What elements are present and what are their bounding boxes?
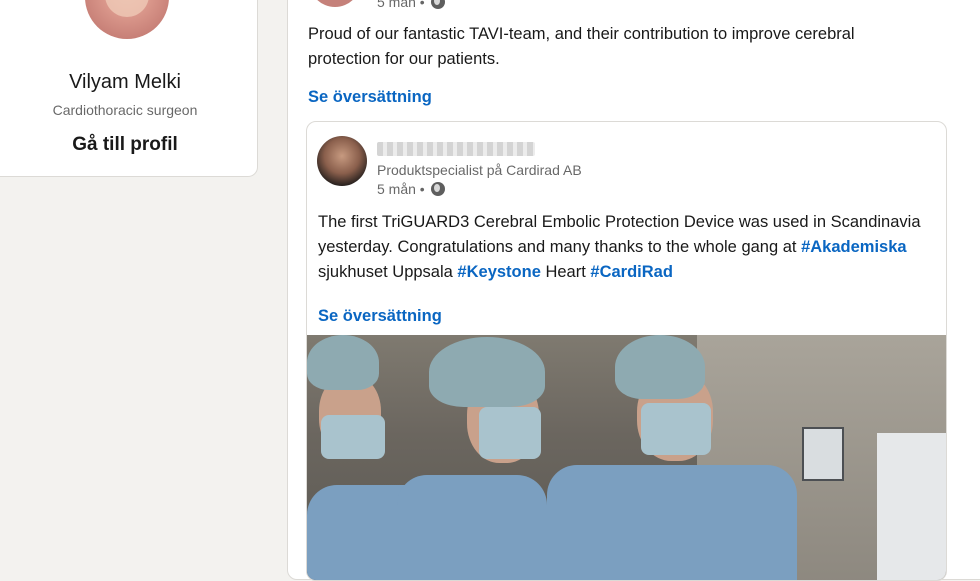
photo-surgeon-mask — [479, 407, 541, 459]
shared-text-part: sjukhuset Uppsala — [318, 263, 458, 281]
profile-avatar[interactable] — [85, 0, 169, 39]
profile-headline: Cardiothoracic surgeon — [52, 102, 198, 118]
photo-surgeon-mask — [641, 403, 711, 455]
photo-monitor — [802, 427, 844, 481]
post-meta: 5 mån • — [377, 0, 445, 10]
photo-equipment — [877, 433, 946, 580]
shared-author-name-redacted — [377, 142, 535, 156]
hashtag-link[interactable]: #Akademiska — [801, 238, 907, 256]
hashtag-link[interactable]: #Keystone — [457, 263, 540, 281]
post-time: 5 mån • — [377, 0, 425, 10]
shared-post-time: 5 mån • — [377, 181, 425, 197]
photo-surgeon-cap — [307, 335, 379, 390]
shared-text-part: Heart — [540, 263, 591, 281]
photo-surgeon-mask — [321, 415, 385, 459]
post-photo[interactable] — [307, 335, 946, 580]
photo-surgeon-cap — [429, 337, 545, 407]
photo-surgeon-gown — [547, 465, 797, 580]
go-to-profile-link[interactable]: Gå till profil — [0, 134, 259, 156]
hashtag-link[interactable]: #CardiRad — [590, 263, 673, 281]
profile-card: Vilyam Melki Cardiothoracic surgeon Gå t… — [0, 0, 258, 177]
globe-icon — [430, 182, 445, 196]
photo-surgeon-gown — [397, 475, 547, 580]
shared-post-card[interactable]: Produktspecialist på Cardirad AB 5 mån •… — [306, 121, 947, 581]
shared-see-translation-link[interactable]: Se översättning — [318, 307, 442, 326]
shared-author-avatar[interactable] — [317, 136, 367, 186]
globe-icon — [430, 0, 445, 9]
profile-name[interactable]: Vilyam Melki — [0, 71, 259, 94]
shared-post-meta: 5 mån • — [377, 181, 445, 197]
post-text: Proud of our fantastic TAVI-team, and th… — [308, 25, 855, 68]
see-translation-link[interactable]: Se översättning — [308, 88, 432, 107]
shared-author-headline: Produktspecialist på Cardirad AB — [377, 162, 582, 178]
shared-post-text: The first TriGUARD3 Cerebral Embolic Pro… — [318, 210, 938, 285]
photo-surgeon-cap — [615, 335, 705, 399]
